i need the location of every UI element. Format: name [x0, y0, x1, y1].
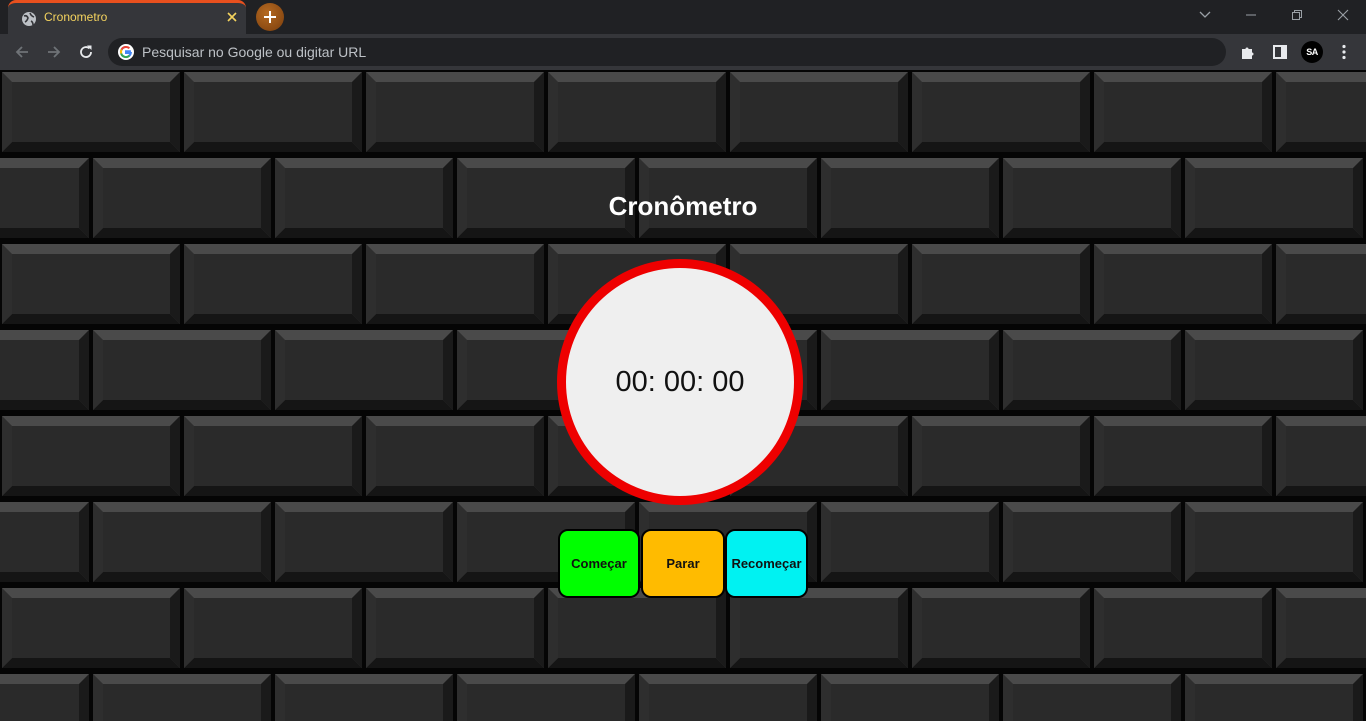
close-icon[interactable] [224, 9, 240, 25]
time-display: 00: 00: 00 [615, 365, 745, 398]
profile-initials: SA [1306, 47, 1318, 57]
restore-icon [1292, 10, 1302, 20]
minimize-icon [1246, 14, 1256, 16]
new-tab-button[interactable] [256, 3, 284, 31]
plus-icon [264, 11, 276, 23]
minimize-button[interactable] [1239, 5, 1263, 25]
page-viewport: Cronômetro 00: 00: 00 Começar Parar Reco… [0, 70, 1366, 721]
back-button[interactable] [11, 41, 33, 63]
side-panel-button[interactable] [1269, 41, 1291, 63]
globe-icon [21, 11, 37, 27]
reset-button[interactable]: Recomeçar [725, 529, 808, 598]
tab-cronometro[interactable]: Cronometro [8, 0, 246, 34]
page-title: Cronômetro [608, 191, 758, 221]
menu-button[interactable] [1333, 41, 1355, 63]
start-button[interactable]: Começar [558, 529, 640, 598]
side-panel-icon [1273, 45, 1287, 59]
kebab-menu-icon [1342, 44, 1346, 60]
google-icon [118, 44, 134, 60]
arrow-left-icon [15, 46, 28, 58]
address-bar[interactable] [108, 38, 1226, 66]
puzzle-icon [1242, 47, 1254, 59]
chevron-down-icon [1199, 11, 1211, 18]
forward-button[interactable] [43, 41, 65, 63]
profile-avatar[interactable]: SA [1301, 41, 1323, 63]
window-close-button[interactable] [1331, 5, 1355, 25]
tab-strip: Cronometro [0, 0, 1366, 34]
arrow-right-icon [48, 46, 61, 58]
close-icon [1337, 9, 1349, 21]
stop-button[interactable]: Parar [641, 529, 725, 598]
extensions-button[interactable] [1237, 41, 1259, 63]
tab-search-button[interactable] [1193, 5, 1217, 25]
tab-title: Cronometro [44, 10, 108, 24]
browser-toolbar: SA [0, 34, 1366, 70]
reload-icon [80, 45, 92, 58]
restore-button[interactable] [1285, 5, 1309, 25]
url-input[interactable] [142, 42, 1202, 62]
stopwatch-clock: 00: 00: 00 [557, 259, 803, 505]
reload-button[interactable] [75, 41, 97, 63]
